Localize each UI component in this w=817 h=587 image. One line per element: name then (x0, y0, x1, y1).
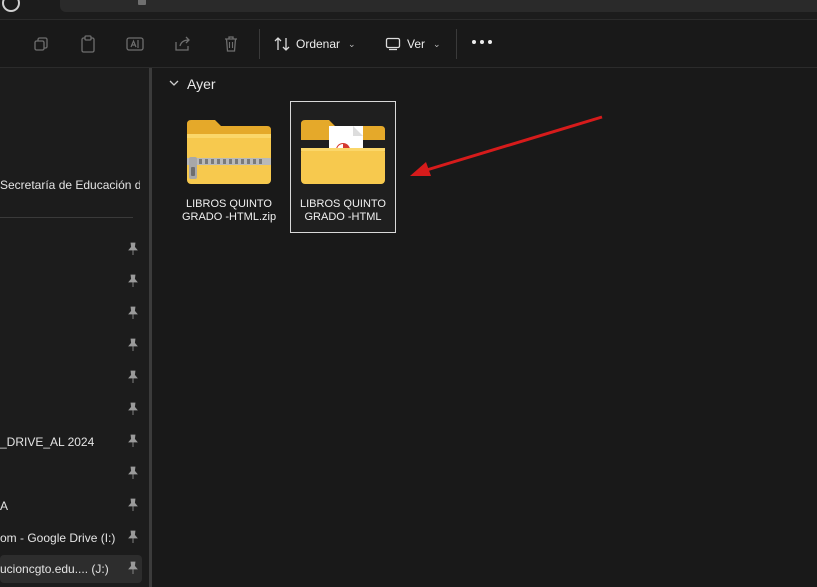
copy-icon[interactable] (30, 33, 52, 55)
more-dot-icon (480, 40, 484, 44)
pin-icon (128, 561, 138, 574)
chevron-down-icon: ⌄ (433, 38, 441, 49)
pane-splitter[interactable] (153, 68, 163, 587)
pin-icon (128, 370, 138, 383)
chevron-down-icon: ⌄ (348, 38, 356, 49)
sidebar-item[interactable] (0, 364, 142, 392)
sidebar-item-drive-j[interactable]: ucioncgto.edu.... (J:) (0, 555, 142, 583)
more-options-button[interactable] (472, 40, 492, 44)
sort-icon (274, 37, 290, 51)
navigation-pane: Secretaría de Educación de G _DRIVE_AL 2… (0, 68, 150, 587)
pin-icon (128, 274, 138, 287)
address-bar[interactable] (60, 0, 817, 12)
more-dot-icon (472, 40, 476, 44)
pin-icon (128, 402, 138, 415)
sidebar-item[interactable] (0, 460, 142, 488)
sidebar-item-label: ucioncgto.edu.... (J:) (0, 562, 109, 576)
sidebar-item-label: A (0, 499, 9, 513)
sidebar-item-label: _DRIVE_AL 2024 (0, 435, 95, 449)
sidebar-scrollbar[interactable] (149, 68, 152, 587)
sort-button[interactable]: Ordenar ⌄ (274, 30, 356, 58)
sidebar-item[interactable] (0, 236, 142, 264)
sidebar-item-a[interactable]: A (0, 492, 142, 520)
file-item-zip[interactable]: LIBROS QUINTO GRADO -HTML.zip (176, 101, 282, 233)
folder-icon (299, 112, 387, 186)
sidebar-item-google-drive[interactable]: om - Google Drive (I:) (0, 524, 142, 552)
delete-icon[interactable] (220, 33, 242, 55)
sidebar-item-drive-2024[interactable]: _DRIVE_AL 2024 (0, 428, 142, 456)
pin-icon (128, 306, 138, 319)
sidebar-item-secretaria[interactable]: Secretaría de Educación de G (0, 171, 142, 199)
file-name: LIBROS QUINTO GRADO -HTML.zip (181, 198, 277, 223)
toolbar-separator (456, 29, 457, 59)
folder-path-icon (138, 0, 146, 5)
more-dot-icon (488, 40, 492, 44)
paste-icon[interactable] (77, 33, 99, 55)
zip-folder-icon (185, 112, 273, 186)
group-header-label: Ayer (187, 76, 216, 92)
sidebar-item[interactable] (0, 300, 142, 328)
pin-icon (128, 338, 138, 351)
share-icon[interactable] (172, 33, 194, 55)
refresh-icon[interactable] (2, 0, 20, 12)
sidebar-item[interactable] (0, 396, 142, 424)
toolbar-separator (259, 29, 260, 59)
view-button-label: Ver (407, 37, 426, 51)
sidebar-item-label: om - Google Drive (I:) (0, 531, 116, 545)
pin-icon (128, 466, 138, 479)
chevron-down-icon (169, 79, 179, 90)
sort-button-label: Ordenar (296, 37, 341, 51)
view-icon (385, 37, 401, 51)
pin-icon (128, 498, 138, 511)
group-header[interactable]: Ayer (169, 76, 216, 92)
sidebar-item[interactable] (0, 268, 142, 296)
address-strip (0, 0, 817, 20)
sidebar-item[interactable] (0, 332, 142, 360)
annotation-arrow-icon (410, 115, 603, 176)
pin-icon (128, 242, 138, 255)
file-item-folder[interactable]: LIBROS QUINTO GRADO -HTML (290, 101, 396, 233)
command-bar: Ordenar ⌄ Ver ⌄ (0, 20, 817, 68)
sidebar-divider (0, 217, 133, 218)
sidebar-item-label: Secretaría de Educación de G (0, 178, 140, 192)
pin-icon (128, 434, 138, 447)
rename-icon[interactable] (124, 33, 146, 55)
file-name: LIBROS QUINTO GRADO -HTML (300, 198, 386, 223)
view-button[interactable]: Ver ⌄ (385, 30, 441, 58)
pin-icon (128, 530, 138, 543)
